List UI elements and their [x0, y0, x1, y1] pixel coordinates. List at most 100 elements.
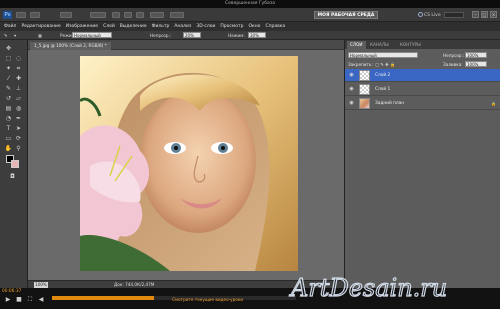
type-tool-icon[interactable]: T — [4, 124, 13, 133]
brush-tool-icon[interactable]: ✎ — [4, 84, 13, 93]
eraser-tool-icon[interactable]: ▱ — [14, 94, 23, 103]
rotate-view-icon[interactable] — [136, 12, 144, 18]
bridge-icon[interactable] — [16, 12, 26, 18]
visibility-eye-icon[interactable]: ◉ — [348, 72, 355, 79]
mode-select[interactable]: Нормальный — [72, 32, 112, 38]
tab-paths[interactable]: КОНТУРЫ — [397, 41, 424, 49]
window-titlebar: Севершенная Губаза — [0, 0, 500, 8]
workspace-switcher-button[interactable]: МОЯ РАБОЧАЯ СРЕДА — [314, 11, 378, 19]
opacity-field[interactable]: 20% — [183, 32, 201, 38]
visibility-eye-icon[interactable]: ◉ — [348, 100, 355, 107]
zoom-level-dropdown[interactable] — [90, 12, 106, 18]
menu-window[interactable]: Окно — [248, 24, 260, 29]
image-canvas[interactable] — [80, 56, 298, 271]
cs-live-button[interactable]: CS Live — [418, 12, 441, 18]
brush-preset-icon[interactable]: ▾ — [14, 33, 16, 38]
menu-view[interactable]: Просмотр — [220, 24, 243, 29]
fill-label: Заливка: — [443, 62, 463, 67]
portrait-photo — [80, 56, 298, 271]
layers-panel: СЛОИ КАНАЛЫ КОНТУРЫ Нормальный Непрозр.:… — [344, 40, 500, 288]
mini-bridge-icon[interactable] — [30, 12, 40, 18]
lock-icons[interactable]: ▢ ✎ ✥ 🔒 — [375, 62, 395, 68]
crop-tool-icon[interactable]: ⌗ — [14, 64, 23, 73]
stop-icon[interactable]: ■ — [15, 296, 23, 303]
window-title: Севершенная Губаза — [225, 1, 275, 6]
layer-row-layer-1[interactable]: ◉ Слой 1 — [345, 83, 500, 96]
opacity-label: Непрозр.: — [150, 33, 172, 38]
lock-label: Закрепить: — [348, 62, 373, 67]
menu-select[interactable]: Выделение — [120, 24, 147, 29]
hand-tool-icon[interactable]: ✋ — [4, 144, 13, 153]
menu-edit[interactable]: Редактирование — [21, 24, 60, 29]
app-bar: Ps МОЯ РАБОЧАЯ СРЕДА CS Live – □ × — [0, 8, 500, 22]
marquee-tool-icon[interactable]: ⬚ — [4, 54, 13, 63]
layer-name: Слой 1 — [375, 87, 391, 92]
hand-tool-icon[interactable] — [112, 12, 120, 18]
menu-3d[interactable]: 3D-слои — [196, 24, 215, 29]
minimize-icon[interactable]: – — [472, 11, 479, 18]
arrange-documents-icon[interactable] — [150, 12, 164, 18]
clone-stamp-tool-icon[interactable]: ⊥ — [14, 84, 23, 93]
pressure-field[interactable]: 30% — [248, 32, 266, 38]
healing-tool-icon[interactable]: ✚ — [14, 74, 23, 83]
shape-tool-icon[interactable]: ▭ — [4, 134, 13, 143]
menu-analysis[interactable]: Анализ — [174, 24, 191, 29]
layer-row-layer-2[interactable]: ◉ Слой 2 — [345, 69, 500, 82]
eyedropper-tool-icon[interactable]: ⁄ — [4, 74, 13, 83]
fullscreen-icon[interactable]: ⛶ — [26, 296, 34, 303]
gradient-tool-icon[interactable]: ▤ — [4, 104, 13, 113]
lasso-tool-icon[interactable]: ◌ — [14, 54, 23, 63]
layer-opacity-field[interactable]: 100% — [465, 52, 487, 58]
tab-layers[interactable]: СЛОИ — [347, 41, 366, 49]
brush-panel-icon[interactable]: ▦ — [38, 33, 42, 38]
close-icon[interactable]: × — [490, 11, 497, 18]
menu-image[interactable]: Изображение — [66, 24, 98, 29]
document-info[interactable]: Док: 744,0К/2,47М — [114, 282, 154, 287]
pen-tool-icon[interactable]: ✒ — [14, 114, 23, 123]
help-search-input[interactable] — [444, 12, 464, 18]
3d-rotate-tool-icon[interactable]: ⟳ — [14, 134, 23, 143]
menu-help[interactable]: Справка — [265, 24, 285, 29]
maximize-icon[interactable]: □ — [481, 11, 488, 18]
layer-opacity-label: Непрозр.: — [443, 53, 465, 58]
photoshop-logo-icon: Ps — [3, 11, 12, 19]
visibility-eye-icon[interactable]: ◉ — [348, 86, 355, 93]
fill-field[interactable]: 100% — [465, 61, 487, 67]
playback-time: 00:06:37 — [2, 289, 22, 294]
progress-fill — [52, 296, 155, 300]
menu-filter[interactable]: Фильтр — [152, 24, 170, 29]
document-tab[interactable]: 1_5.jpg @ 100% (Слой 2, RGB/8) * — [30, 42, 111, 50]
volume-icon[interactable]: ◀ — [37, 296, 45, 303]
move-tool-icon[interactable]: ✥ — [4, 44, 13, 53]
layer-thumbnail — [359, 70, 370, 81]
player-caption: Смотрите текущие видео-уроки — [172, 297, 244, 302]
watermark-text: ArtDesain.ru — [289, 274, 447, 302]
background-color-swatch[interactable] — [11, 160, 19, 168]
quick-select-tool-icon[interactable]: ✦ — [4, 64, 13, 73]
path-select-tool-icon[interactable]: ➤ — [14, 124, 23, 133]
options-bar: ✎ ▾ ▦ Режим: Нормальный Непрозр.: 20% На… — [0, 31, 500, 40]
pressure-label: Нажим: — [228, 33, 245, 38]
cs-live-icon — [418, 12, 423, 17]
menu-file[interactable]: Файл — [4, 24, 16, 29]
dodge-tool-icon[interactable]: ◔ — [4, 114, 13, 123]
quick-mask-icon[interactable]: ◘ — [8, 172, 17, 181]
zoom-tool-icon[interactable] — [124, 12, 132, 18]
play-icon[interactable]: ▶ — [4, 296, 12, 303]
layer-thumbnail — [359, 84, 370, 95]
view-extras-icon[interactable] — [60, 12, 72, 18]
history-brush-tool-icon[interactable]: ↺ — [4, 94, 13, 103]
screen-mode-icon[interactable] — [170, 12, 184, 18]
lock-icon: 🔒 — [491, 101, 496, 106]
blur-tool-icon[interactable]: ◍ — [14, 104, 23, 113]
document-area: 1_5.jpg @ 100% (Слой 2, RGB/8) * — [28, 40, 344, 280]
layer-row-background[interactable]: ◉ Задний план 🔒 — [345, 97, 500, 110]
window-controls: – □ × — [472, 11, 497, 18]
zoom-tool-icon[interactable]: ⚲ — [14, 144, 23, 153]
layer-name: Задний план — [375, 101, 405, 106]
layer-thumbnail — [359, 98, 370, 109]
brush-tool-icon[interactable]: ✎ — [4, 33, 8, 38]
blend-mode-select[interactable]: Нормальный — [348, 52, 418, 58]
menu-layer[interactable]: Слой — [103, 24, 115, 29]
tab-channels[interactable]: КАНАЛЫ — [367, 41, 392, 49]
